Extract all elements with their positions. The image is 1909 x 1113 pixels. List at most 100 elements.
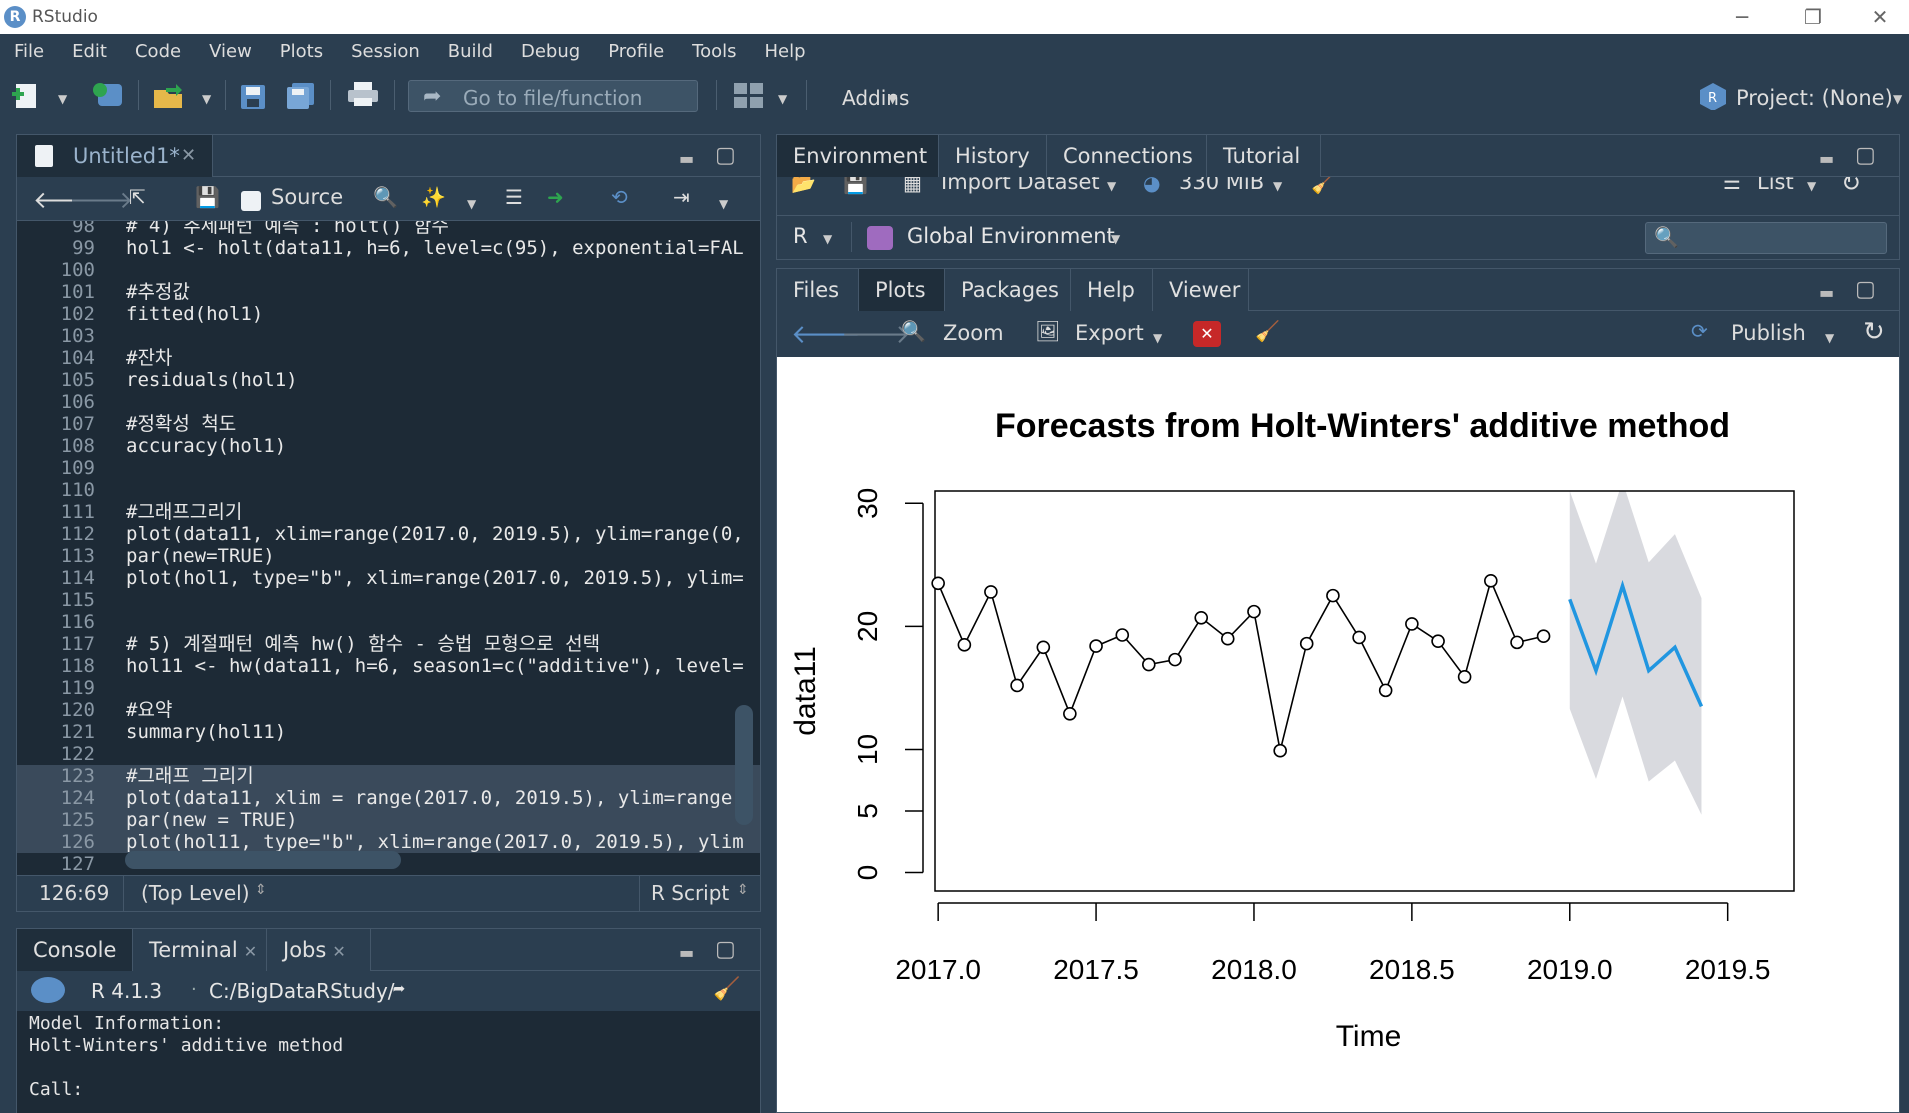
source-on-save-checkbox[interactable] xyxy=(241,191,261,211)
editor-vertical-scrollbar[interactable] xyxy=(735,705,753,825)
new-file-dropdown-icon[interactable]: ▼ xyxy=(58,92,67,106)
import-dataset-button[interactable]: Import Dataset xyxy=(941,177,1100,194)
working-dir[interactable]: C:/BigDataRStudy/ xyxy=(209,979,395,1003)
print-icon[interactable] xyxy=(348,82,378,110)
memory-dropdown-icon[interactable]: ▼ xyxy=(1273,179,1282,193)
tab-plots[interactable]: Plots xyxy=(859,269,945,311)
load-workspace-icon[interactable]: 📂 xyxy=(791,177,816,195)
menu-view[interactable]: View xyxy=(209,41,252,62)
file-type-selector[interactable]: R Script xyxy=(651,881,729,905)
project-menu[interactable]: Project: (None) xyxy=(1736,86,1893,110)
save-all-icon[interactable] xyxy=(286,82,316,110)
tab-close-icon[interactable]: ✕ xyxy=(181,135,196,177)
env-refresh-icon[interactable]: ↻ xyxy=(1841,177,1861,197)
tab-help[interactable]: Help xyxy=(1071,269,1153,311)
memory-usage[interactable]: 330 MiB xyxy=(1179,177,1264,194)
rerun-icon[interactable]: ⟲ xyxy=(611,185,628,209)
zoom-button[interactable]: Zoom xyxy=(943,321,1004,345)
code-editor[interactable]: 98 # 4) 추세패턴 예측 : holt() 함수 99 hol1 <- holt… xyxy=(17,221,760,877)
publish-dropdown-icon[interactable]: ▼ xyxy=(1825,331,1834,345)
tab-terminal[interactable]: Terminal ✕ xyxy=(133,929,267,971)
new-project-icon[interactable] xyxy=(92,80,122,108)
clear-console-icon[interactable]: 🧹 xyxy=(713,977,740,1002)
view-mode-button[interactable]: List xyxy=(1757,177,1794,194)
menu-code[interactable]: Code xyxy=(135,41,181,62)
view-mode-dropdown-icon[interactable]: ▼ xyxy=(1807,179,1816,193)
tab-history[interactable]: History xyxy=(939,135,1047,177)
new-file-icon[interactable] xyxy=(12,82,42,110)
editor-maximize-icon[interactable]: ▢ xyxy=(715,143,736,168)
restore-icon[interactable]: ❐ xyxy=(1783,2,1843,32)
code-tools-dropdown-icon[interactable]: ▼ xyxy=(467,197,476,211)
addins-dropdown-icon[interactable]: ▼ xyxy=(888,92,897,106)
tab-environment[interactable]: Environment xyxy=(777,135,939,177)
tab-viewer[interactable]: Viewer xyxy=(1153,269,1249,311)
import-dropdown-icon[interactable]: ▼ xyxy=(1107,179,1116,193)
env-minimize-icon[interactable]: ▬ xyxy=(1819,149,1834,168)
export-dropdown-icon[interactable]: ▼ xyxy=(1153,331,1162,345)
publish-button[interactable]: Publish xyxy=(1731,321,1806,345)
project-dropdown-icon[interactable]: ▼ xyxy=(1893,92,1902,106)
language-dropdown-icon[interactable]: ▼ xyxy=(823,232,832,246)
tab-tutorial[interactable]: Tutorial xyxy=(1207,135,1321,177)
open-folder-icon[interactable] xyxy=(152,82,182,110)
open-dropdown-icon[interactable]: ▼ xyxy=(202,92,211,106)
remove-plot-icon[interactable]: ✕ xyxy=(1193,321,1221,347)
language-selector[interactable]: R xyxy=(793,224,808,248)
jobs-close-icon[interactable]: ✕ xyxy=(332,942,345,961)
code-tools-icon[interactable]: ✨ xyxy=(421,185,446,209)
source-file-icon[interactable]: ⇥ xyxy=(673,185,690,209)
menu-plots[interactable]: Plots xyxy=(280,41,323,62)
editor-save-icon[interactable]: 💾 xyxy=(195,185,220,209)
menu-debug[interactable]: Debug xyxy=(521,41,580,62)
plots-minimize-icon[interactable]: ▬ xyxy=(1819,283,1834,302)
menu-profile[interactable]: Profile xyxy=(608,41,664,62)
console-minimize-icon[interactable]: ▬ xyxy=(679,943,694,962)
run-icon[interactable]: ➜ xyxy=(547,185,564,209)
line-number: 127 xyxy=(60,853,95,875)
list-view-icon: ☰ xyxy=(1723,177,1741,194)
menu-help[interactable]: Help xyxy=(765,41,806,62)
forward-icon[interactable]: 🡒 xyxy=(69,185,133,214)
scope-dropdown-icon[interactable]: ▼ xyxy=(1111,232,1120,246)
clear-plots-icon[interactable]: 🧹 xyxy=(1255,319,1280,343)
menu-build[interactable]: Build xyxy=(448,41,493,62)
tab-jobs[interactable]: Jobs ✕ xyxy=(267,929,371,971)
tab-untitled1[interactable]: Untitled1* ✕ xyxy=(17,135,213,177)
minimize-icon[interactable]: ─ xyxy=(1712,2,1772,32)
console-output[interactable]: R 4.1.3 · C:/BigDataRStudy/ ➦ 🧹 Model In… xyxy=(17,971,760,1113)
compile-report-icon[interactable]: ☰ xyxy=(505,185,523,209)
close-icon[interactable]: ✕ xyxy=(1850,2,1909,32)
env-maximize-icon[interactable]: ▢ xyxy=(1855,143,1876,168)
console-maximize-icon[interactable]: ▢ xyxy=(715,937,736,962)
environment-scope-selector[interactable]: Global Environment xyxy=(907,224,1115,248)
import-dataset-icon[interactable]: ▦ xyxy=(903,177,922,195)
menu-edit[interactable]: Edit xyxy=(72,41,107,62)
scope-selector[interactable]: (Top Level) xyxy=(141,881,250,905)
save-icon[interactable] xyxy=(240,84,270,112)
editor-horizontal-scrollbar[interactable] xyxy=(125,851,401,869)
tab-files[interactable]: Files xyxy=(777,269,859,311)
goto-dir-icon[interactable]: ➦ xyxy=(393,977,405,1001)
pane-layout-dropdown-icon[interactable]: ▼ xyxy=(778,92,787,106)
menu-file[interactable]: File xyxy=(14,41,44,62)
plots-maximize-icon[interactable]: ▢ xyxy=(1855,277,1876,302)
editor-minimize-icon[interactable]: ▬ xyxy=(679,149,694,168)
find-icon[interactable]: 🔍 xyxy=(373,185,398,209)
tab-packages[interactable]: Packages xyxy=(945,269,1071,311)
addins-button[interactable]: Addins xyxy=(842,86,909,110)
tab-connections[interactable]: Connections xyxy=(1047,135,1207,177)
show-in-window-icon[interactable]: ⇱ xyxy=(129,185,146,209)
terminal-close-icon[interactable]: ✕ xyxy=(244,942,257,961)
env-search-input[interactable]: 🔍 xyxy=(1645,222,1887,254)
pane-layout-icon[interactable] xyxy=(734,83,764,111)
export-button[interactable]: Export xyxy=(1075,321,1144,345)
source-dropdown-icon[interactable]: ▼ xyxy=(719,197,728,211)
save-workspace-icon[interactable]: 💾 xyxy=(843,177,868,195)
menu-session[interactable]: Session xyxy=(351,41,420,62)
plot-refresh-icon[interactable]: ↻ xyxy=(1863,317,1885,347)
goto-file-input[interactable]: ➦ Go to file/function xyxy=(408,80,698,112)
clear-env-icon[interactable]: 🧹 xyxy=(1311,177,1336,195)
tab-console[interactable]: Console xyxy=(17,929,133,971)
menu-tools[interactable]: Tools xyxy=(692,41,736,62)
